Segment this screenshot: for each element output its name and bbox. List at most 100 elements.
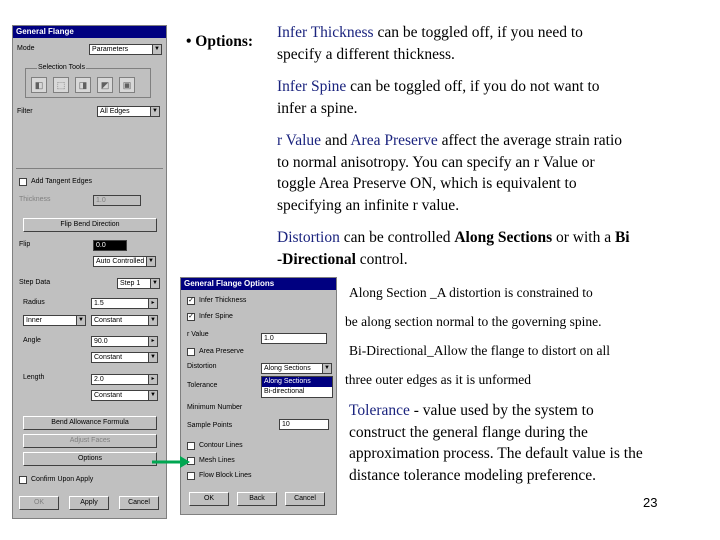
infer-spine-keyword: Infer Spine	[277, 78, 347, 95]
add-tangent-edges-checkbox[interactable]	[19, 178, 27, 186]
tolerance-text-3: approximation process. The default value…	[349, 445, 643, 462]
radius-spin-icon[interactable]: ▸	[148, 298, 158, 309]
along-section-line-1: Along Section _A distortion is constrain…	[349, 285, 593, 300]
infer-spine-text: can be toggled off, if you do not want t…	[346, 78, 600, 95]
option-bi-directional[interactable]: Bi-directional	[262, 387, 332, 397]
length-input[interactable]: 2.0	[91, 374, 149, 385]
infer-spine-checkbox[interactable]: ✓	[187, 313, 195, 321]
distortion-options-list: Along Sections Bi-directional	[261, 376, 333, 398]
bi-bold: Bi	[614, 229, 630, 246]
radius-side-dropdown-icon[interactable]: ▼	[76, 315, 86, 326]
select-edge-icon[interactable]: ◧	[31, 77, 47, 93]
filter-dropdown-icon[interactable]: ▼	[150, 106, 160, 117]
angle-mode-select[interactable]: Constant	[91, 352, 149, 363]
general-flange-panel: General Flange Mode Parameters ▼ Selecti…	[12, 25, 167, 519]
filter-select[interactable]: All Edges	[97, 106, 151, 117]
radius-mode-select[interactable]: Constant	[91, 315, 149, 326]
tolerance-text-2: construct the general flange during the	[349, 423, 588, 441]
r-value-text: affect the average strain ratio	[437, 132, 623, 149]
area-preserve-label: Area Preserve	[199, 348, 244, 355]
select-body-icon[interactable]: ▣	[119, 77, 135, 93]
r-value-text-4: specifying an infinite r value.	[277, 196, 460, 214]
contour-lines-checkbox[interactable]	[187, 442, 195, 450]
ok-button[interactable]: OK	[19, 496, 59, 510]
dialog-back-button[interactable]: Back	[237, 492, 277, 506]
select-curve-icon[interactable]: ◩	[97, 77, 113, 93]
flip-bend-direction-button[interactable]: Flip Bend Direction	[23, 218, 157, 232]
infer-thickness-checkbox[interactable]: ✓	[187, 297, 195, 305]
page-number: 23	[643, 495, 658, 510]
confirm-upon-apply-label: Confirm Upon Apply	[31, 476, 94, 483]
length-spin-icon[interactable]: ▸	[148, 374, 158, 385]
infer-thickness-text: can be toggled off, if you need to	[373, 24, 583, 41]
thickness-label: Thickness	[19, 196, 51, 203]
flow-block-lines-checkbox[interactable]	[187, 472, 195, 480]
tolerance-label: Tolerance	[187, 382, 218, 389]
confirm-upon-apply-checkbox[interactable]	[19, 476, 27, 484]
bend-allowance-formula-button[interactable]: Bend Allowance Formula	[23, 416, 157, 430]
step-dropdown-icon[interactable]: ▼	[150, 278, 160, 289]
distortion-dropdown-icon[interactable]: ▼	[322, 363, 332, 374]
distortion-text-2: or with a	[552, 229, 615, 246]
radius-label: Radius	[23, 299, 45, 306]
flip-row-label: Flip	[19, 241, 31, 248]
tolerance-paragraph: Tolerance - value used by the system to …	[349, 400, 643, 486]
bidirectional-bold: -Directional	[277, 250, 356, 268]
r-value-text-3: toggle Area Preserve ON, which is equiva…	[277, 175, 577, 192]
r-value-input[interactable]: 1.0	[261, 333, 327, 344]
mesh-lines-label: Mesh Lines	[199, 457, 235, 464]
green-arrow-icon	[152, 456, 190, 468]
radius-input[interactable]: 1.5	[91, 298, 149, 309]
angle-mode-dropdown-icon[interactable]: ▼	[148, 352, 158, 363]
add-tangent-edges-label: Add Tangent Edges	[31, 178, 92, 185]
bidirectional-line-1: Bi-Directional_Allow the flange to disto…	[349, 343, 610, 358]
thickness-input[interactable]: 1.0	[93, 195, 141, 206]
length-mode-select[interactable]: Constant	[91, 390, 149, 401]
dialog-cancel-button[interactable]: Cancel	[285, 492, 325, 506]
flip-value-input[interactable]: 0.0	[93, 240, 127, 251]
general-flange-options-dialog: General Flange Options ✓ Infer Thickness…	[180, 277, 337, 515]
radius-mode-dropdown-icon[interactable]: ▼	[148, 315, 158, 326]
bidirectional-line-2: three outer edges as it is unformed	[345, 372, 531, 387]
mode-select[interactable]: Parameters	[89, 44, 153, 55]
distortion-label: Distortion	[187, 363, 217, 370]
flow-block-lines-label: Flow Block Lines	[199, 472, 252, 479]
tolerance-keyword: Tolerance	[349, 402, 410, 419]
auto-controlled-select[interactable]: Auto Controlled	[93, 256, 147, 267]
along-sections-bold: Along Sections	[454, 229, 553, 246]
length-mode-dropdown-icon[interactable]: ▼	[148, 390, 158, 401]
cancel-button[interactable]: Cancel	[119, 496, 159, 510]
sample-points-label: Sample Points	[187, 422, 233, 429]
selection-tools-label: Selection Tools	[37, 64, 86, 71]
option-along-sections[interactable]: Along Sections	[262, 377, 332, 387]
auto-dropdown-icon[interactable]: ▼	[146, 256, 156, 267]
distortion-paragraph: Distortion can be controlled Along Secti…	[277, 227, 630, 270]
infer-thickness-label: Infer Thickness	[199, 297, 247, 304]
tolerance-text: - value used by the system to	[409, 402, 594, 419]
filter-label: Filter	[17, 108, 33, 115]
area-preserve-checkbox[interactable]	[187, 348, 195, 356]
options-button[interactable]: Options	[23, 452, 157, 466]
mode-dropdown-icon[interactable]: ▼	[152, 44, 162, 55]
panel-title: General Flange	[13, 26, 166, 38]
r-value-keyword: r Value	[277, 132, 322, 149]
select-face-icon[interactable]: ◨	[75, 77, 91, 93]
and-text: and	[321, 132, 351, 149]
distortion-select[interactable]: Along Sections	[261, 363, 323, 374]
step-select[interactable]: Step 1	[117, 278, 151, 289]
adjust-faces-button[interactable]: Adjust Faces	[23, 434, 157, 448]
angle-spin-icon[interactable]: ▸	[148, 336, 158, 347]
apply-button[interactable]: Apply	[69, 496, 109, 510]
select-chain-icon[interactable]: ⬚	[53, 77, 69, 93]
radius-side-select[interactable]: Inner	[23, 315, 77, 326]
sample-points-input[interactable]: 10	[279, 419, 329, 430]
infer-thickness-paragraph: Infer Thickness can be toggled off, if y…	[277, 22, 583, 65]
infer-thickness-keyword: Infer Thickness	[277, 24, 374, 41]
dialog-ok-button[interactable]: OK	[189, 492, 229, 506]
divider	[16, 168, 163, 169]
infer-spine-label: Infer Spine	[199, 313, 233, 320]
dialog-title: General Flange Options	[181, 278, 336, 290]
minimum-number-label: Minimum Number	[187, 404, 243, 411]
angle-input[interactable]: 90.0	[91, 336, 149, 347]
options-heading: • Options:	[186, 33, 254, 50]
